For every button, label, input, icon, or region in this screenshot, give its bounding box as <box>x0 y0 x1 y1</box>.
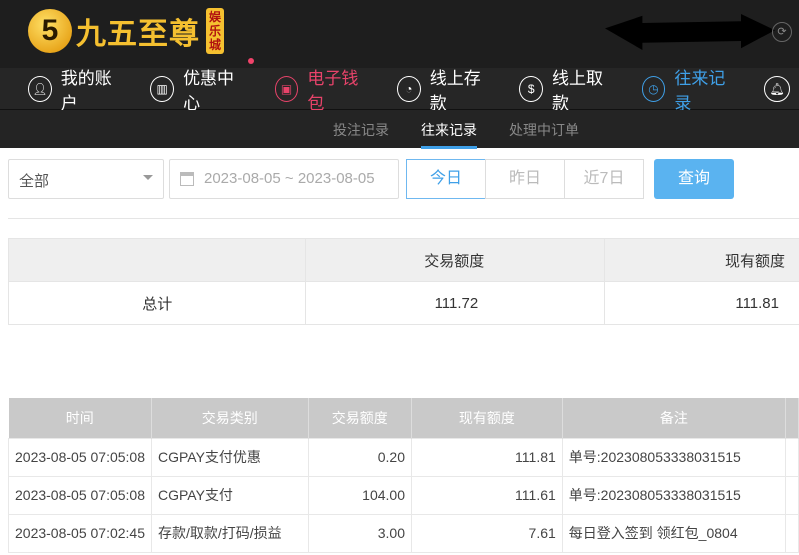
summary-header: 交易额度 <box>305 238 606 282</box>
cell-type: 存款/取款/打码/损益 <box>151 513 309 553</box>
nav-my-account[interactable]: 👤︎ 我的账户 <box>28 64 122 114</box>
nav-notifications[interactable]: 🔔︎ <box>763 75 799 102</box>
calendar-icon <box>180 172 194 186</box>
cell-amount: 104.00 <box>307 475 412 515</box>
logo[interactable]: 5 九五至尊 娱乐城 <box>28 8 224 54</box>
logo-mark: 5 <box>28 9 72 53</box>
refresh-icon[interactable]: ⟳ <box>772 22 792 42</box>
cell-amount: 0.20 <box>307 437 412 477</box>
wallet-icon: ▣ <box>274 75 299 102</box>
summary-header: 现有额度 <box>604 238 799 282</box>
table-row: 2023-08-05 07:05:08 CGPAY支付 104.00 111.61 单号… <box>8 475 799 515</box>
date-range-value: 2023-08-05 ~ 2023-08-05 <box>204 170 375 187</box>
summary-label: 总计 <box>7 281 307 325</box>
nav-label: 电子钱包 <box>307 68 359 113</box>
nav-records[interactable]: ◷ 往来记录 <box>641 64 736 114</box>
divider <box>8 218 799 219</box>
cell-empty <box>784 513 799 553</box>
tab-bet-records[interactable]: 投注记录 <box>333 120 389 140</box>
table-row: 2023-08-05 07:02:45 存款/取款/打码/损益 3.00 7.61 每日… <box>8 513 799 553</box>
column-header: 时间 <box>8 398 152 438</box>
cell-balance: 111.81 <box>410 437 563 477</box>
table-header-row: 时间 交易类别 交易额度 现有额度 备注 <box>8 398 799 438</box>
gift-icon: ▥ <box>150 75 175 102</box>
logo-text: 九五至尊 <box>76 18 200 51</box>
sub-nav: 投注记录 往来记录 处理中订单 <box>0 110 799 149</box>
redaction-scribble <box>605 14 775 50</box>
deposit-icon: ◔ <box>396 75 421 102</box>
bell-icon: 🔔︎ <box>763 75 790 102</box>
cell-note: 单号:202308053338031515 <box>561 437 786 477</box>
column-header: 交易额度 <box>308 398 412 438</box>
summary-amount: 111.72 <box>305 281 606 325</box>
cell-amount: 3.00 <box>307 513 412 553</box>
logo-badge: 娱乐城 <box>206 8 224 54</box>
summary-table: 交易额度 现有额度 总计 111.72 111.81 <box>7 238 799 325</box>
search-button[interactable]: 查询 <box>654 159 734 199</box>
cell-type: CGPAY支付优惠 <box>151 437 309 477</box>
column-header <box>785 398 799 438</box>
nav-label: 我的账户 <box>60 68 112 113</box>
cell-time: 2023-08-05 07:05:08 <box>8 475 152 515</box>
chevron-down-icon <box>143 175 153 185</box>
user-icon: 👤︎ <box>28 75 52 102</box>
cell-note: 单号:202308053338031515 <box>561 475 786 515</box>
cell-empty <box>784 475 799 515</box>
nav-label: 线上取款 <box>552 68 604 113</box>
column-header: 交易类别 <box>151 398 309 438</box>
cell-time: 2023-08-05 07:05:08 <box>8 437 152 477</box>
column-header: 备注 <box>562 398 786 438</box>
cell-type: CGPAY支付 <box>151 475 309 515</box>
yesterday-button[interactable]: 昨日 <box>485 159 565 199</box>
summary-balance: 111.81 <box>604 281 799 325</box>
nav-label: 往来记录 <box>674 68 726 113</box>
header: 5 九五至尊 娱乐城 ⟳ <box>0 0 799 68</box>
type-select[interactable]: 全部 <box>8 159 164 199</box>
date-range-input[interactable]: 2023-08-05 ~ 2023-08-05 <box>169 159 399 199</box>
notification-dot <box>247 57 254 64</box>
tab-transaction-records[interactable]: 往来记录 <box>421 120 477 149</box>
cell-time: 2023-08-05 07:02:45 <box>8 513 152 553</box>
today-button[interactable]: 今日 <box>406 159 486 199</box>
withdraw-icon: $ <box>519 75 544 102</box>
tab-pending-orders[interactable]: 处理中订单 <box>509 120 579 140</box>
cell-note: 每日登入签到 领红包_0804 <box>561 513 786 553</box>
nav-withdraw[interactable]: $ 线上取款 <box>519 64 613 114</box>
nav-deposit[interactable]: ◔ 线上存款 <box>396 64 491 114</box>
table-row: 2023-08-05 07:05:08 CGPAY支付优惠 0.20 111.81 单号… <box>8 437 799 477</box>
records-icon: ◷ <box>641 75 666 102</box>
summary-header <box>7 238 307 282</box>
cell-balance: 7.61 <box>410 513 563 553</box>
nav-wallet[interactable]: ▣ 电子钱包 <box>274 64 369 114</box>
main-nav: 👤︎ 我的账户 ▥ 优惠中心 ▣ 电子钱包 ◔ 线上存款 $ 线上取款 ◷ 往来记录 🔔︎ <box>0 57 799 113</box>
type-select-value: 全部 <box>19 173 50 190</box>
column-header: 现有额度 <box>411 398 563 438</box>
nav-label: 线上存款 <box>429 68 481 113</box>
records-table: 时间 交易类别 交易额度 现有额度 备注 2023-08-05 07:05:08… <box>8 398 799 553</box>
nav-label: 优惠中心 <box>183 68 235 113</box>
cell-balance: 111.61 <box>410 475 563 515</box>
nav-promotions[interactable]: ▥ 优惠中心 <box>150 57 254 114</box>
cell-empty <box>784 437 799 477</box>
last-7-days-button[interactable]: 近7日 <box>564 159 644 199</box>
